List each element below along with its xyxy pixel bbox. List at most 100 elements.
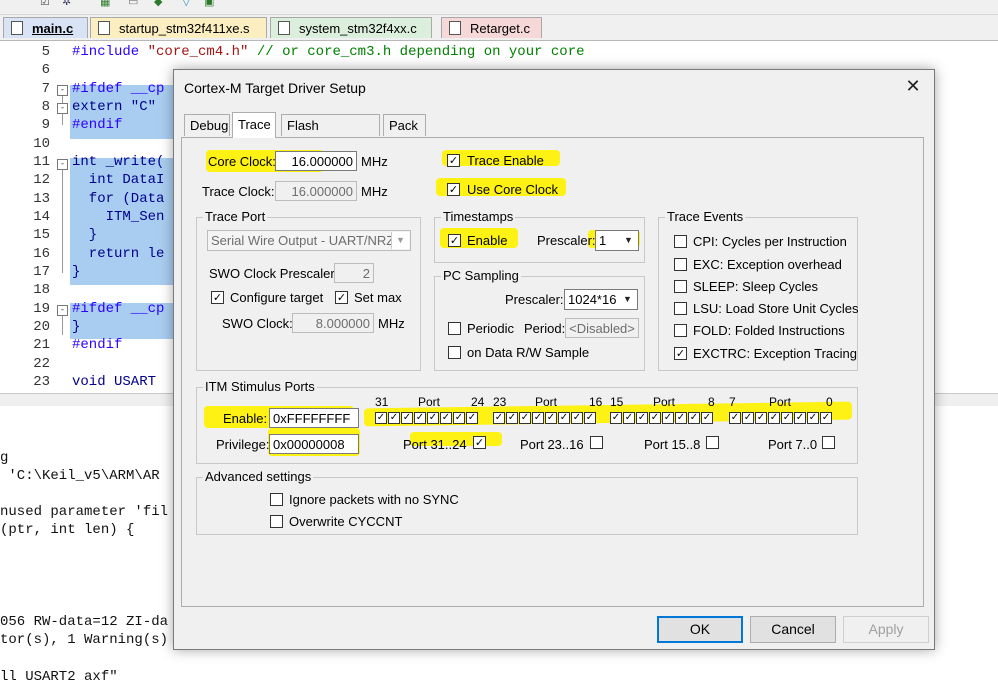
exc-checkbox[interactable]: [674, 258, 687, 271]
tab-trace[interactable]: Trace: [232, 112, 276, 138]
timestamps-prescaler-select[interactable]: 1 ▼: [595, 230, 639, 251]
output-line: nused parameter 'fil: [0, 504, 168, 520]
swo-clock-field[interactable]: 8.000000: [292, 313, 374, 333]
file-tab-label: main.c: [32, 21, 73, 36]
fold-toggle-icon[interactable]: -: [57, 305, 68, 316]
itm-port-22-checkbox[interactable]: ✓: [506, 412, 518, 424]
privilege-port-7-0-checkbox[interactable]: [822, 436, 835, 449]
exctrc-checkbox[interactable]: ✓: [674, 347, 687, 360]
itm-port-7-checkbox[interactable]: ✓: [729, 412, 741, 424]
fold-toggle-icon[interactable]: -: [57, 85, 68, 96]
itm-privilege-field[interactable]: 0x00000008: [269, 434, 359, 454]
itm-port-14-checkbox[interactable]: ✓: [623, 412, 635, 424]
fold-toggle-icon[interactable]: -: [57, 103, 68, 114]
itm-port-13-checkbox[interactable]: ✓: [636, 412, 648, 424]
itm-port-6-checkbox[interactable]: ✓: [742, 412, 754, 424]
timestamps-enable-checkbox[interactable]: ✓: [448, 234, 461, 247]
itm-port-11-checkbox[interactable]: ✓: [662, 412, 674, 424]
privilege-port-31-24-label: Port 31..24: [403, 437, 467, 452]
itm-port-5-checkbox[interactable]: ✓: [755, 412, 767, 424]
itm-port-9-checkbox[interactable]: ✓: [688, 412, 700, 424]
itm-port-26-checkbox[interactable]: ✓: [440, 412, 452, 424]
itm-port-19-checkbox[interactable]: ✓: [545, 412, 557, 424]
window-icon[interactable]: ▦: [100, 0, 112, 8]
itm-port-3-checkbox[interactable]: ✓: [781, 412, 793, 424]
cpi-checkbox[interactable]: [674, 235, 687, 248]
trace-enable-checkbox[interactable]: ✓: [447, 154, 460, 167]
itm-port-4-checkbox[interactable]: ✓: [768, 412, 780, 424]
periodic-checkbox[interactable]: [448, 322, 461, 335]
filter-icon[interactable]: ▽: [182, 0, 194, 8]
code-line: #endif: [72, 337, 122, 353]
itm-port-25-checkbox[interactable]: ✓: [453, 412, 465, 424]
close-icon[interactable]: ✕: [904, 78, 922, 96]
itm-port-27-checkbox[interactable]: ✓: [427, 412, 439, 424]
trace-port-title: Trace Port: [203, 209, 267, 224]
itm-port-30-checkbox[interactable]: ✓: [388, 412, 400, 424]
itm-port-21-checkbox[interactable]: ✓: [519, 412, 531, 424]
file-tab-system[interactable]: system_stm32f4xx.c: [270, 17, 432, 38]
file-tab-retarget[interactable]: Retarget.c: [441, 17, 542, 38]
diamond-icon[interactable]: ◆: [154, 0, 166, 8]
configure-target-checkbox[interactable]: ✓: [211, 291, 224, 304]
itm-port-16-checkbox[interactable]: ✓: [584, 412, 596, 424]
itm-port-18-checkbox[interactable]: ✓: [558, 412, 570, 424]
set-max-checkbox[interactable]: ✓: [335, 291, 348, 304]
ok-button[interactable]: OK: [657, 616, 743, 643]
on-data-sample-checkbox[interactable]: [448, 346, 461, 359]
privilege-port-15-8-label: Port 15..8: [644, 437, 700, 452]
itm-port-0-checkbox[interactable]: ✓: [820, 412, 832, 424]
itm-header-label: Port: [535, 395, 557, 409]
cancel-button[interactable]: Cancel: [750, 616, 836, 643]
fold-toggle-icon[interactable]: -: [57, 159, 68, 170]
file-tab-startup[interactable]: startup_stm32f411xe.s: [90, 17, 267, 38]
itm-port-10-checkbox[interactable]: ✓: [675, 412, 687, 424]
itm-port-12-checkbox[interactable]: ✓: [649, 412, 661, 424]
tab-pack[interactable]: Pack: [383, 114, 426, 136]
itm-port-28-checkbox[interactable]: ✓: [414, 412, 426, 424]
apply-button[interactable]: Apply: [843, 616, 929, 643]
itm-port-23-checkbox[interactable]: ✓: [493, 412, 505, 424]
check-icon[interactable]: ▣: [204, 0, 216, 8]
privilege-port-31-24-checkbox[interactable]: ✓: [473, 436, 486, 449]
itm-port-2-checkbox[interactable]: ✓: [794, 412, 806, 424]
period-label: Period:: [524, 321, 565, 336]
core-clock-field[interactable]: 16.000000: [275, 151, 357, 171]
page-icon[interactable]: ▭: [128, 0, 140, 8]
swo-clock-unit: MHz: [378, 316, 405, 331]
itm-port-24-checkbox[interactable]: ✓: [466, 412, 478, 424]
pc-sampling-prescaler-select[interactable]: 1024*16 ▼: [564, 289, 638, 310]
privilege-port-15-8-checkbox[interactable]: [706, 436, 719, 449]
trace-port-select[interactable]: Serial Wire Output - UART/NRZ ▼: [207, 230, 411, 251]
privilege-port-23-16-checkbox[interactable]: [590, 436, 603, 449]
line-number: 15: [0, 227, 50, 243]
checkbox-icon[interactable]: ☑: [40, 0, 52, 8]
itm-header-label: 15: [610, 395, 623, 409]
use-core-clock-checkbox[interactable]: ✓: [447, 183, 460, 196]
period-field[interactable]: <Disabled>: [565, 318, 639, 338]
lsu-checkbox[interactable]: [674, 302, 687, 315]
itm-port-1-checkbox[interactable]: ✓: [807, 412, 819, 424]
periodic-label: Periodic: [467, 321, 514, 336]
tab-debug[interactable]: Debug: [184, 114, 230, 136]
itm-port-17-checkbox[interactable]: ✓: [571, 412, 583, 424]
itm-port-8-checkbox[interactable]: ✓: [701, 412, 713, 424]
tab-flash-download[interactable]: Flash Download: [281, 114, 380, 136]
line-number: 22: [0, 356, 50, 372]
overwrite-cyccnt-checkbox[interactable]: [270, 515, 283, 528]
swo-prescaler-field[interactable]: 2: [334, 263, 374, 283]
file-tab-main[interactable]: main.c: [3, 17, 88, 38]
ignore-packets-checkbox[interactable]: [270, 493, 283, 506]
trace-clock-field[interactable]: 16.000000: [275, 181, 357, 201]
itm-enable-field[interactable]: 0xFFFFFFFF: [269, 408, 359, 428]
itm-port-20-checkbox[interactable]: ✓: [532, 412, 544, 424]
core-clock-unit: MHz: [361, 154, 388, 169]
sleep-checkbox[interactable]: [674, 280, 687, 293]
fold-checkbox[interactable]: [674, 324, 687, 337]
itm-port-29-checkbox[interactable]: ✓: [401, 412, 413, 424]
itm-port-31-checkbox[interactable]: ✓: [375, 412, 387, 424]
itm-header-label: 7: [729, 395, 736, 409]
settings-icon[interactable]: ✲: [62, 0, 74, 8]
itm-port-15-checkbox[interactable]: ✓: [610, 412, 622, 424]
itm-header-label: 24: [471, 395, 484, 409]
